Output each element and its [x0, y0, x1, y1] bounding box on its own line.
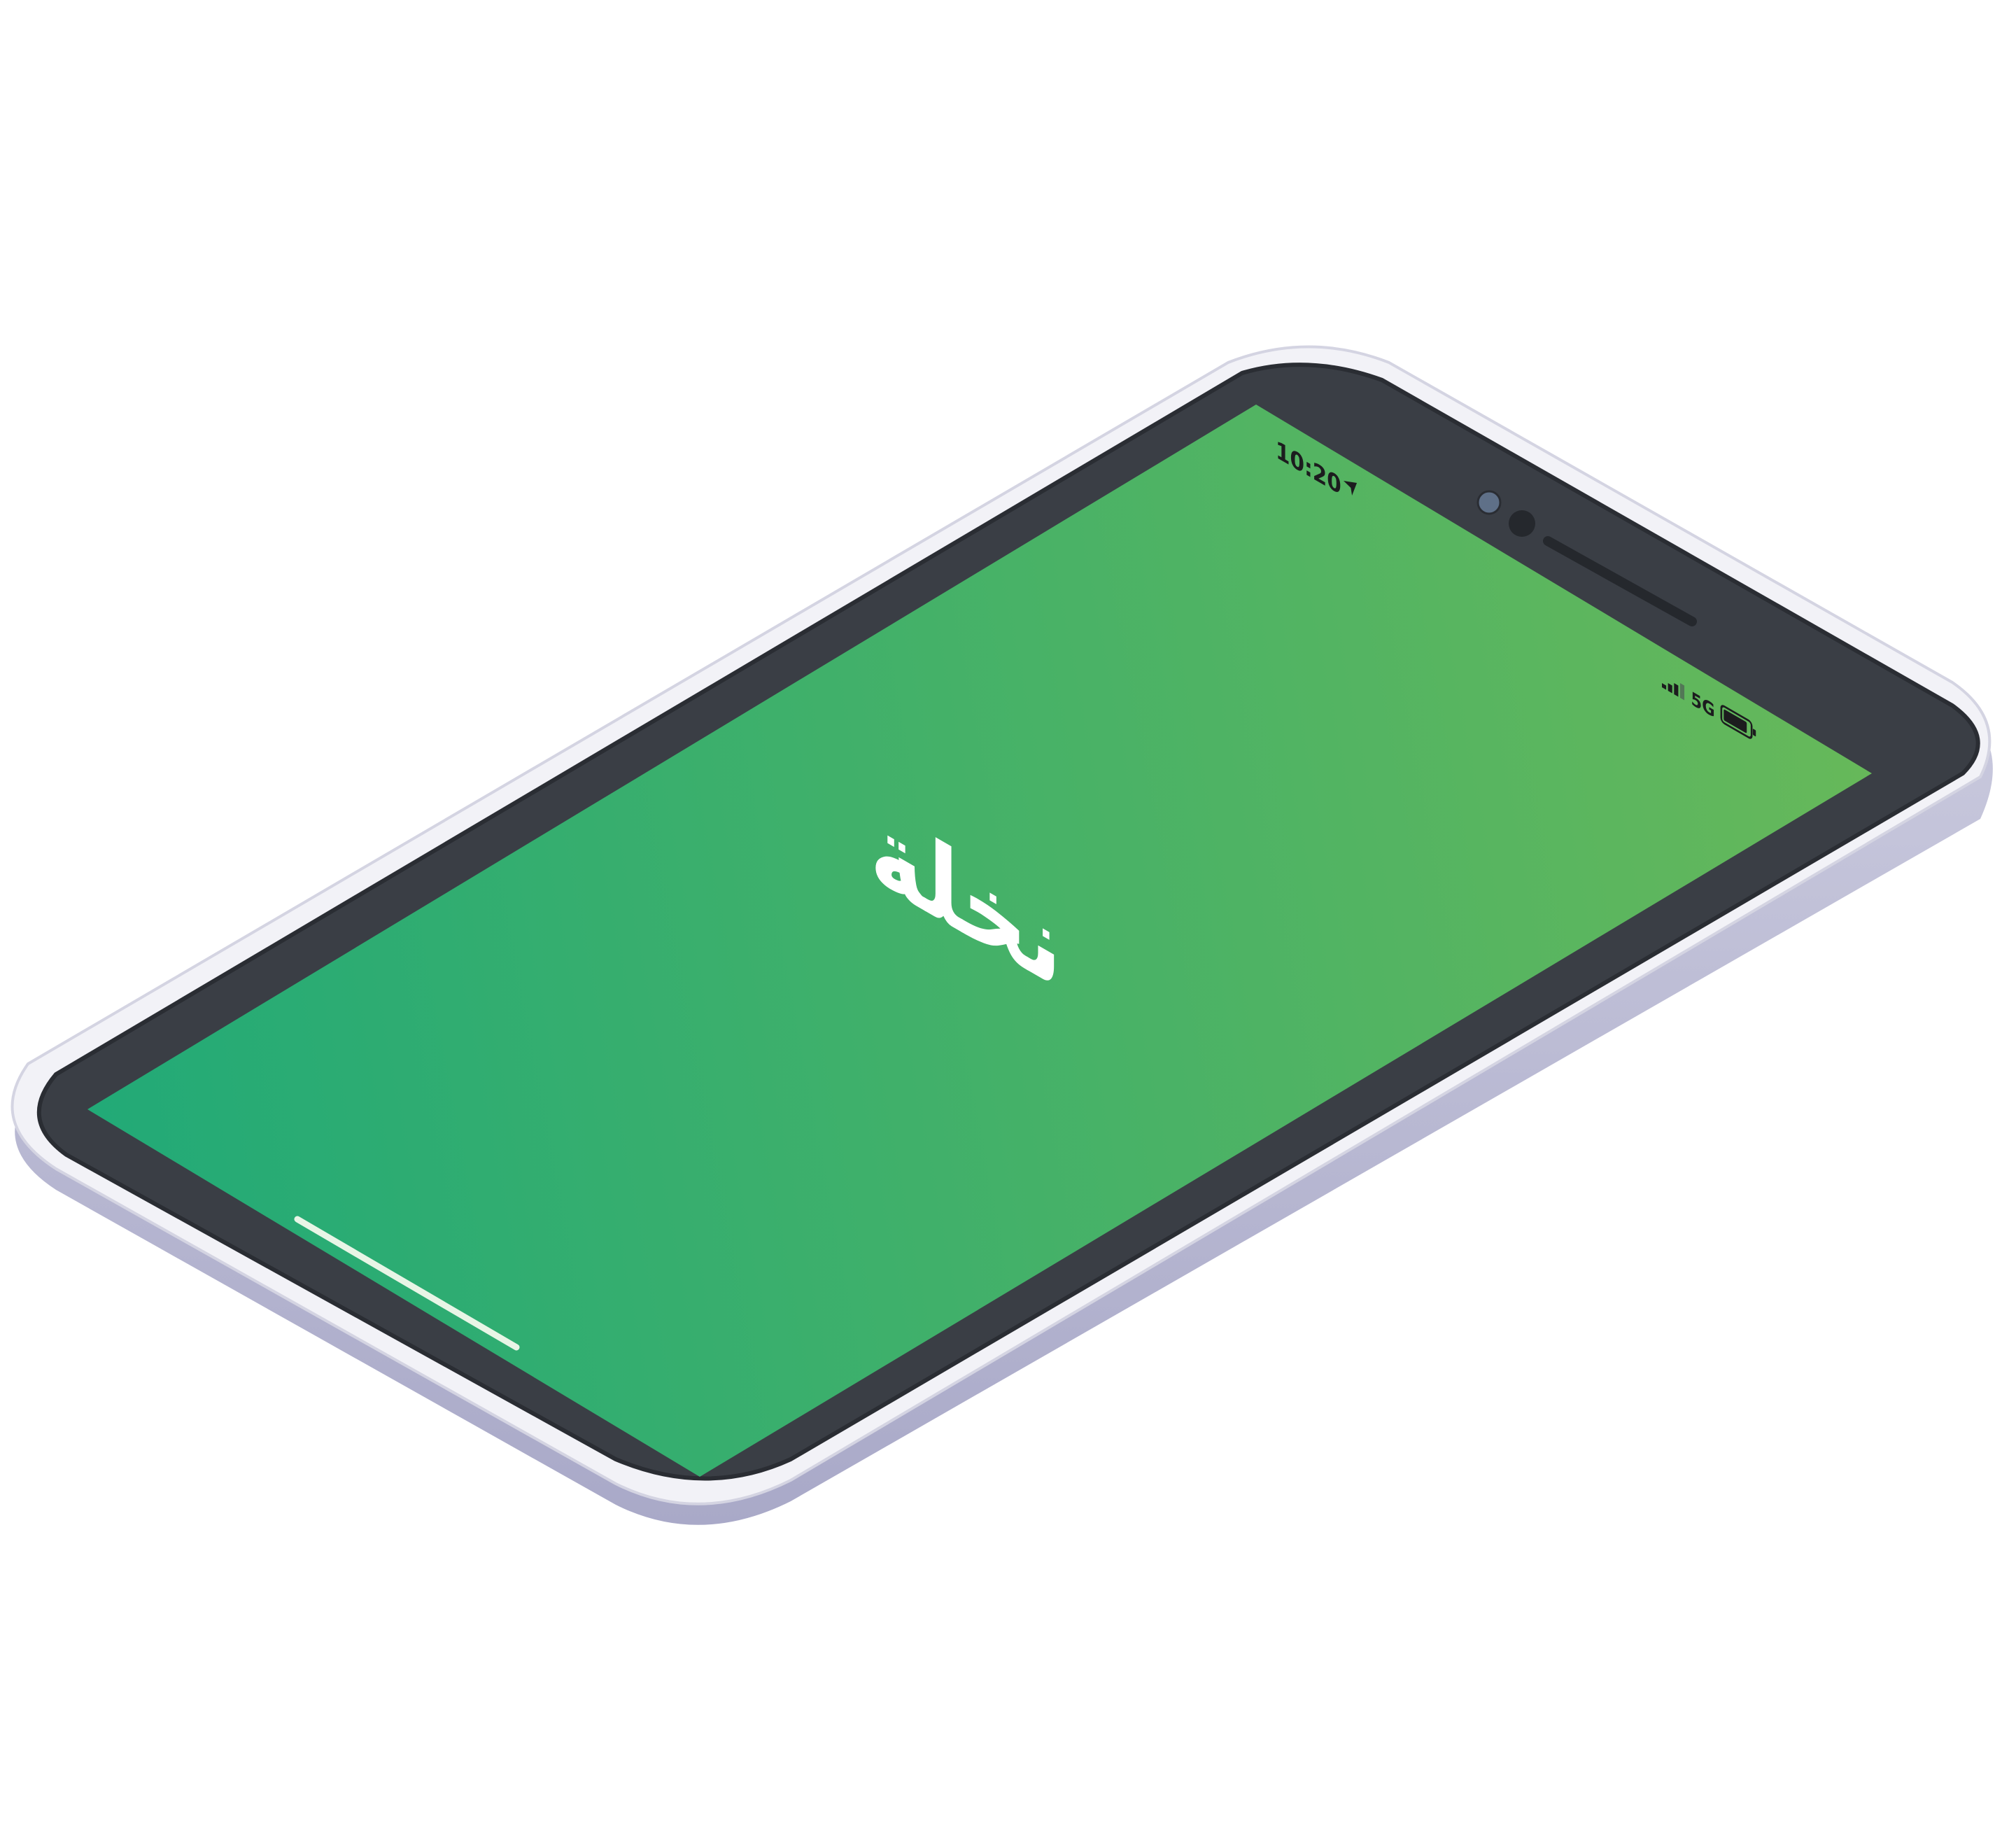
front-camera-icon [1476, 490, 1502, 515]
proximity-sensor-icon [1509, 510, 1535, 537]
stage: 10:20 5G نخلة [0, 0, 2016, 1833]
isometric-phone-illustration: 10:20 5G نخلة [10, 345, 1993, 1525]
